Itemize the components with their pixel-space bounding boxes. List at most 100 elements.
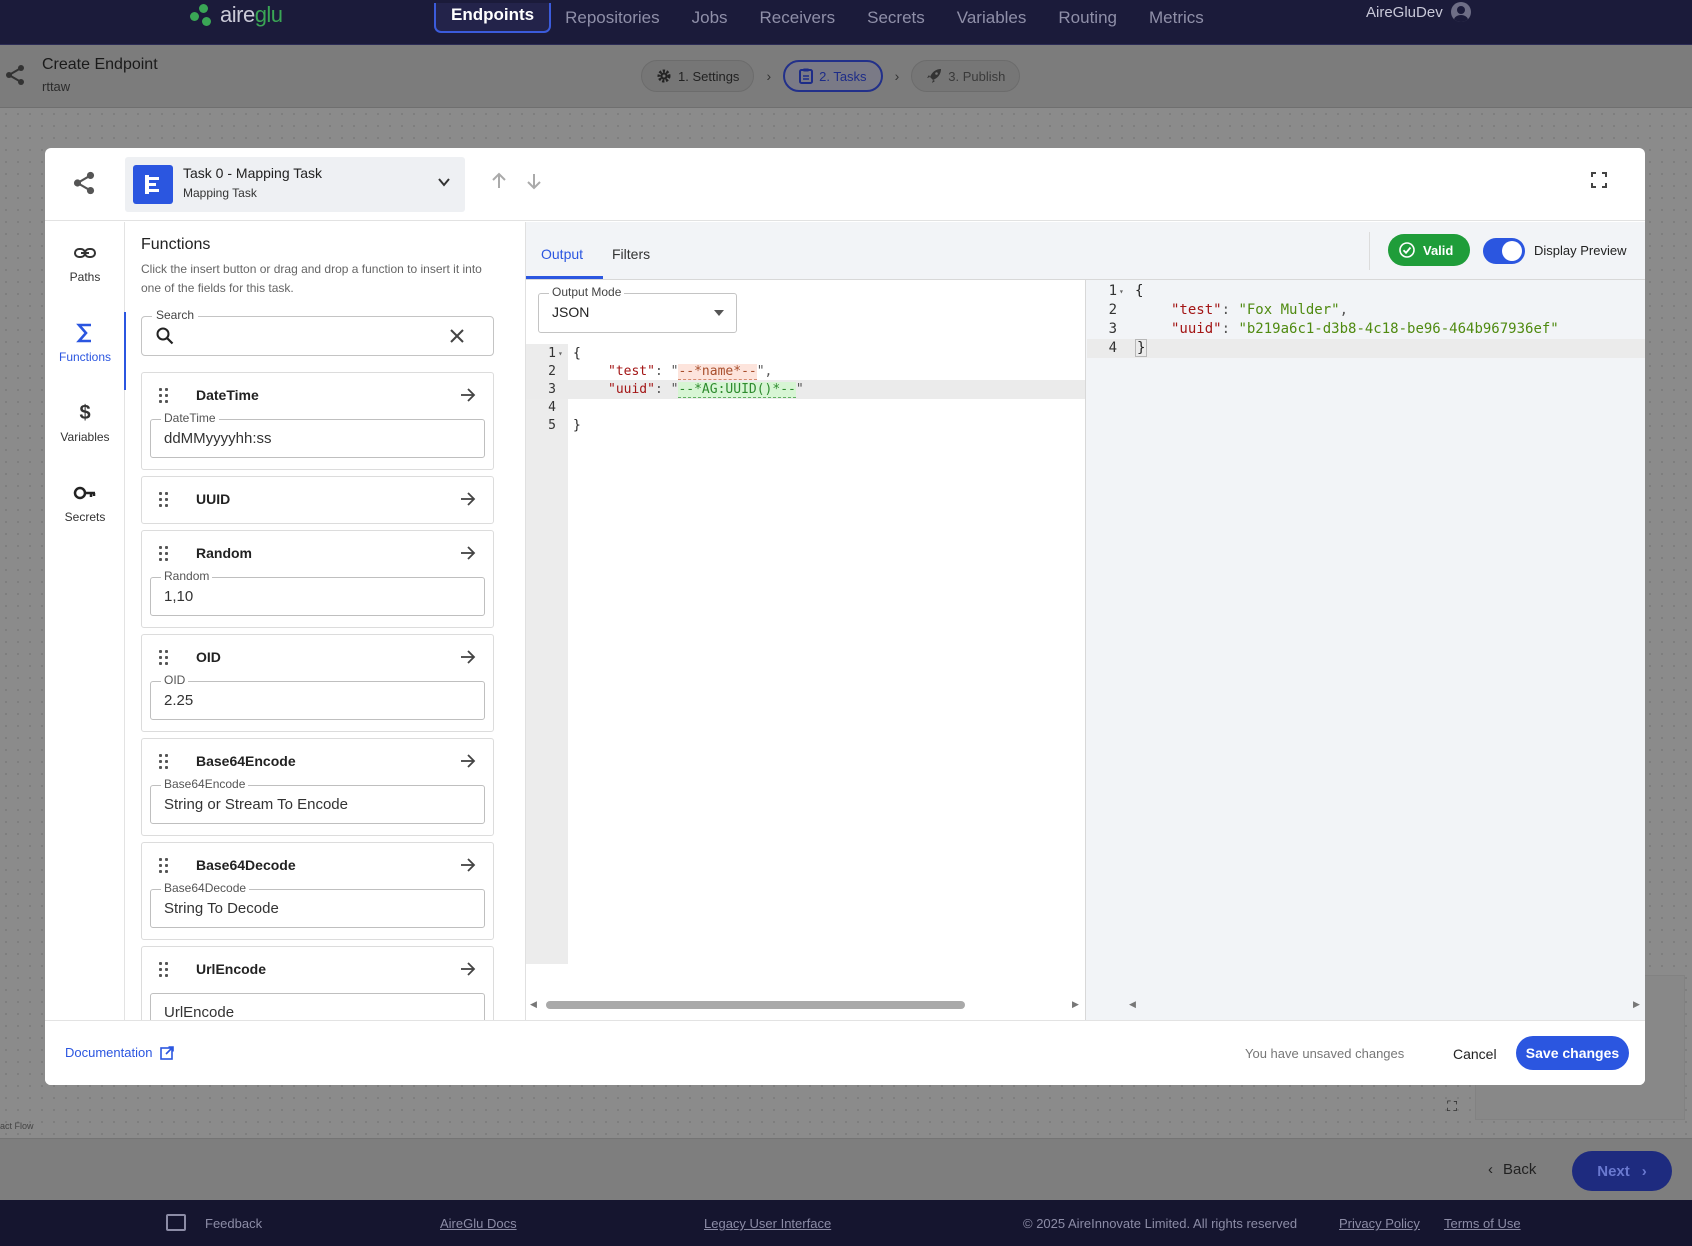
function-card[interactable]: Base64Encode Base64Encode String or Stream… (141, 738, 494, 836)
drag-handle-icon[interactable] (159, 754, 169, 770)
nav-endpoints[interactable]: Endpoints (434, 2, 552, 33)
terms-link[interactable]: Terms of Use (1444, 1216, 1521, 1231)
function-name: OID (196, 649, 221, 665)
fold-caret-icon[interactable]: ▾ (1119, 282, 1124, 301)
function-card[interactable]: DateTime DateTime ddMMyyyyhh:ss (141, 372, 494, 470)
nav-secrets[interactable]: Secrets (867, 8, 925, 28)
feedback-link[interactable]: Feedback (205, 1216, 262, 1231)
nav-variables[interactable]: Variables (957, 8, 1027, 28)
dollar-icon: $ (79, 402, 91, 424)
insert-arrow-icon[interactable] (460, 961, 476, 977)
search-label: Search (152, 308, 199, 322)
step-publish[interactable]: 3. Publish (911, 60, 1021, 92)
functions-panel: Functions Click the insert button or dra… (125, 222, 565, 1020)
drag-handle-icon[interactable] (159, 388, 169, 404)
preview-horizontal-scrollbar[interactable]: ◀ ▶ (1087, 996, 1645, 1012)
back-label: Back (1503, 1161, 1537, 1178)
line-number: 4 (1108, 340, 1117, 356)
code-line: 2 "test": "--*name*--", (526, 362, 1085, 381)
scroll-right-icon[interactable]: ▶ (1072, 999, 1079, 1010)
json-key: "test" (608, 364, 655, 379)
function-search-input[interactable]: Search (141, 308, 494, 356)
save-changes-button[interactable]: Save changes (1516, 1036, 1629, 1070)
move-down-icon[interactable] (526, 172, 542, 190)
canvas-expand-icon[interactable]: ⛶ (1437, 1098, 1467, 1122)
scroll-left-icon[interactable]: ◀ (530, 999, 537, 1010)
function-card[interactable]: Base64Decode Base64Decode String To Decode (141, 842, 494, 940)
site-footer: Feedback AireGlu Docs Legacy User Interf… (0, 1200, 1692, 1246)
nav-metrics[interactable]: Metrics (1149, 8, 1204, 28)
nav-jobs[interactable]: Jobs (692, 8, 728, 28)
line-number: 2 (1108, 302, 1117, 318)
chevron-right-icon: › (894, 68, 900, 84)
function-param-input[interactable]: Base64Decode String To Decode (150, 881, 485, 928)
function-card-header: UrlEncode (142, 947, 493, 993)
fullscreen-icon[interactable] (1591, 172, 1607, 188)
back-button[interactable]: ‹ Back (1488, 1161, 1536, 1178)
scroll-thumb[interactable] (546, 1001, 965, 1009)
side-item-paths[interactable]: Paths (45, 242, 125, 284)
drag-handle-icon[interactable] (159, 858, 169, 874)
docs-link[interactable]: AireGlu Docs (440, 1216, 517, 1231)
task-selector[interactable]: Task 0 - Mapping Task Mapping Task (125, 157, 465, 212)
user-menu[interactable]: AireGluDev (1366, 2, 1471, 22)
function-card[interactable]: UUID (141, 476, 494, 524)
task-name: Task 0 - Mapping Task (183, 165, 323, 181)
editor-horizontal-scrollbar[interactable]: ◀ ▶ (526, 996, 1085, 1012)
next-button[interactable]: Next › (1572, 1151, 1672, 1191)
modal-footer: Documentation You have unsaved changes C… (45, 1020, 1645, 1085)
check-circle-icon (1399, 242, 1415, 258)
move-up-icon[interactable] (491, 172, 507, 190)
output-code-editor[interactable]: 1 ▾{2 "test": "--*name*--", 3 "uuid": "--*AG… (526, 344, 1085, 964)
preview-code-viewer[interactable]: 1 ▾{2 "test": "Fox Mulder", 3 "uuid": "b219a… (1087, 280, 1645, 980)
copyright: © 2025 AireInnovate Limited. All rights … (1023, 1216, 1298, 1231)
side-item-functions[interactable]: Functions (45, 312, 126, 390)
nav-routing[interactable]: Routing (1058, 8, 1117, 28)
function-param-input[interactable]: OID 2.25 (150, 673, 485, 720)
privacy-link[interactable]: Privacy Policy (1339, 1216, 1420, 1231)
drag-handle-icon[interactable] (159, 650, 169, 666)
legacy-ui-link[interactable]: Legacy User Interface (704, 1216, 831, 1231)
line-gutter (526, 344, 568, 964)
feedback-icon[interactable] (166, 1214, 186, 1231)
insert-arrow-icon[interactable] (460, 545, 476, 561)
chevron-down-icon (438, 178, 450, 187)
function-card[interactable]: OID OID 2.25 (141, 634, 494, 732)
output-mode-select[interactable]: Output Mode JSON (538, 285, 737, 333)
insert-arrow-icon[interactable] (460, 753, 476, 769)
insert-arrow-icon[interactable] (460, 387, 476, 403)
step-settings[interactable]: 1. Settings (641, 60, 755, 92)
drag-handle-icon[interactable] (159, 492, 169, 508)
scroll-left-icon[interactable]: ◀ (1129, 999, 1136, 1010)
aireglu-logo[interactable]: aireglu (190, 0, 283, 30)
function-param-input[interactable]: UrlEncode (150, 993, 485, 1020)
code-line: 3 "uuid": "--*AG:UUID()*--" (526, 380, 1085, 399)
scroll-right-icon[interactable]: ▶ (1633, 999, 1640, 1010)
insert-arrow-icon[interactable] (460, 649, 476, 665)
display-preview-toggle[interactable] (1483, 238, 1525, 264)
fold-caret-icon[interactable]: ▾ (558, 344, 563, 363)
function-card[interactable]: Random Random 1,10 (141, 530, 494, 628)
tab-filters[interactable]: Filters (612, 246, 650, 262)
documentation-link[interactable]: Documentation (65, 1045, 175, 1060)
function-param-input[interactable]: Base64Encode String or Stream To Encode (150, 777, 485, 824)
tab-output[interactable]: Output (541, 246, 583, 262)
function-param-input[interactable]: Random 1,10 (150, 569, 485, 616)
side-item-secrets[interactable]: Secrets (45, 482, 125, 524)
drag-handle-icon[interactable] (159, 962, 169, 978)
insert-arrow-icon[interactable] (460, 491, 476, 507)
insert-arrow-icon[interactable] (460, 857, 476, 873)
external-link-icon (160, 1045, 175, 1060)
action-bar: ‹ Back Next › (0, 1138, 1692, 1200)
link-icon (74, 248, 96, 258)
function-param-input[interactable]: DateTime ddMMyyyyhh:ss (150, 411, 485, 458)
drag-handle-icon[interactable] (159, 546, 169, 562)
clear-icon[interactable] (447, 326, 467, 346)
cancel-button[interactable]: Cancel (1453, 1046, 1497, 1062)
step-tasks[interactable]: 2. Tasks (783, 60, 883, 92)
nav-repositories[interactable]: Repositories (565, 8, 660, 28)
gear-icon (657, 69, 671, 83)
function-card[interactable]: UrlEncode UrlEncode (141, 946, 494, 1020)
side-item-variables[interactable]: $ Variables (45, 402, 125, 444)
nav-receivers[interactable]: Receivers (760, 8, 836, 28)
